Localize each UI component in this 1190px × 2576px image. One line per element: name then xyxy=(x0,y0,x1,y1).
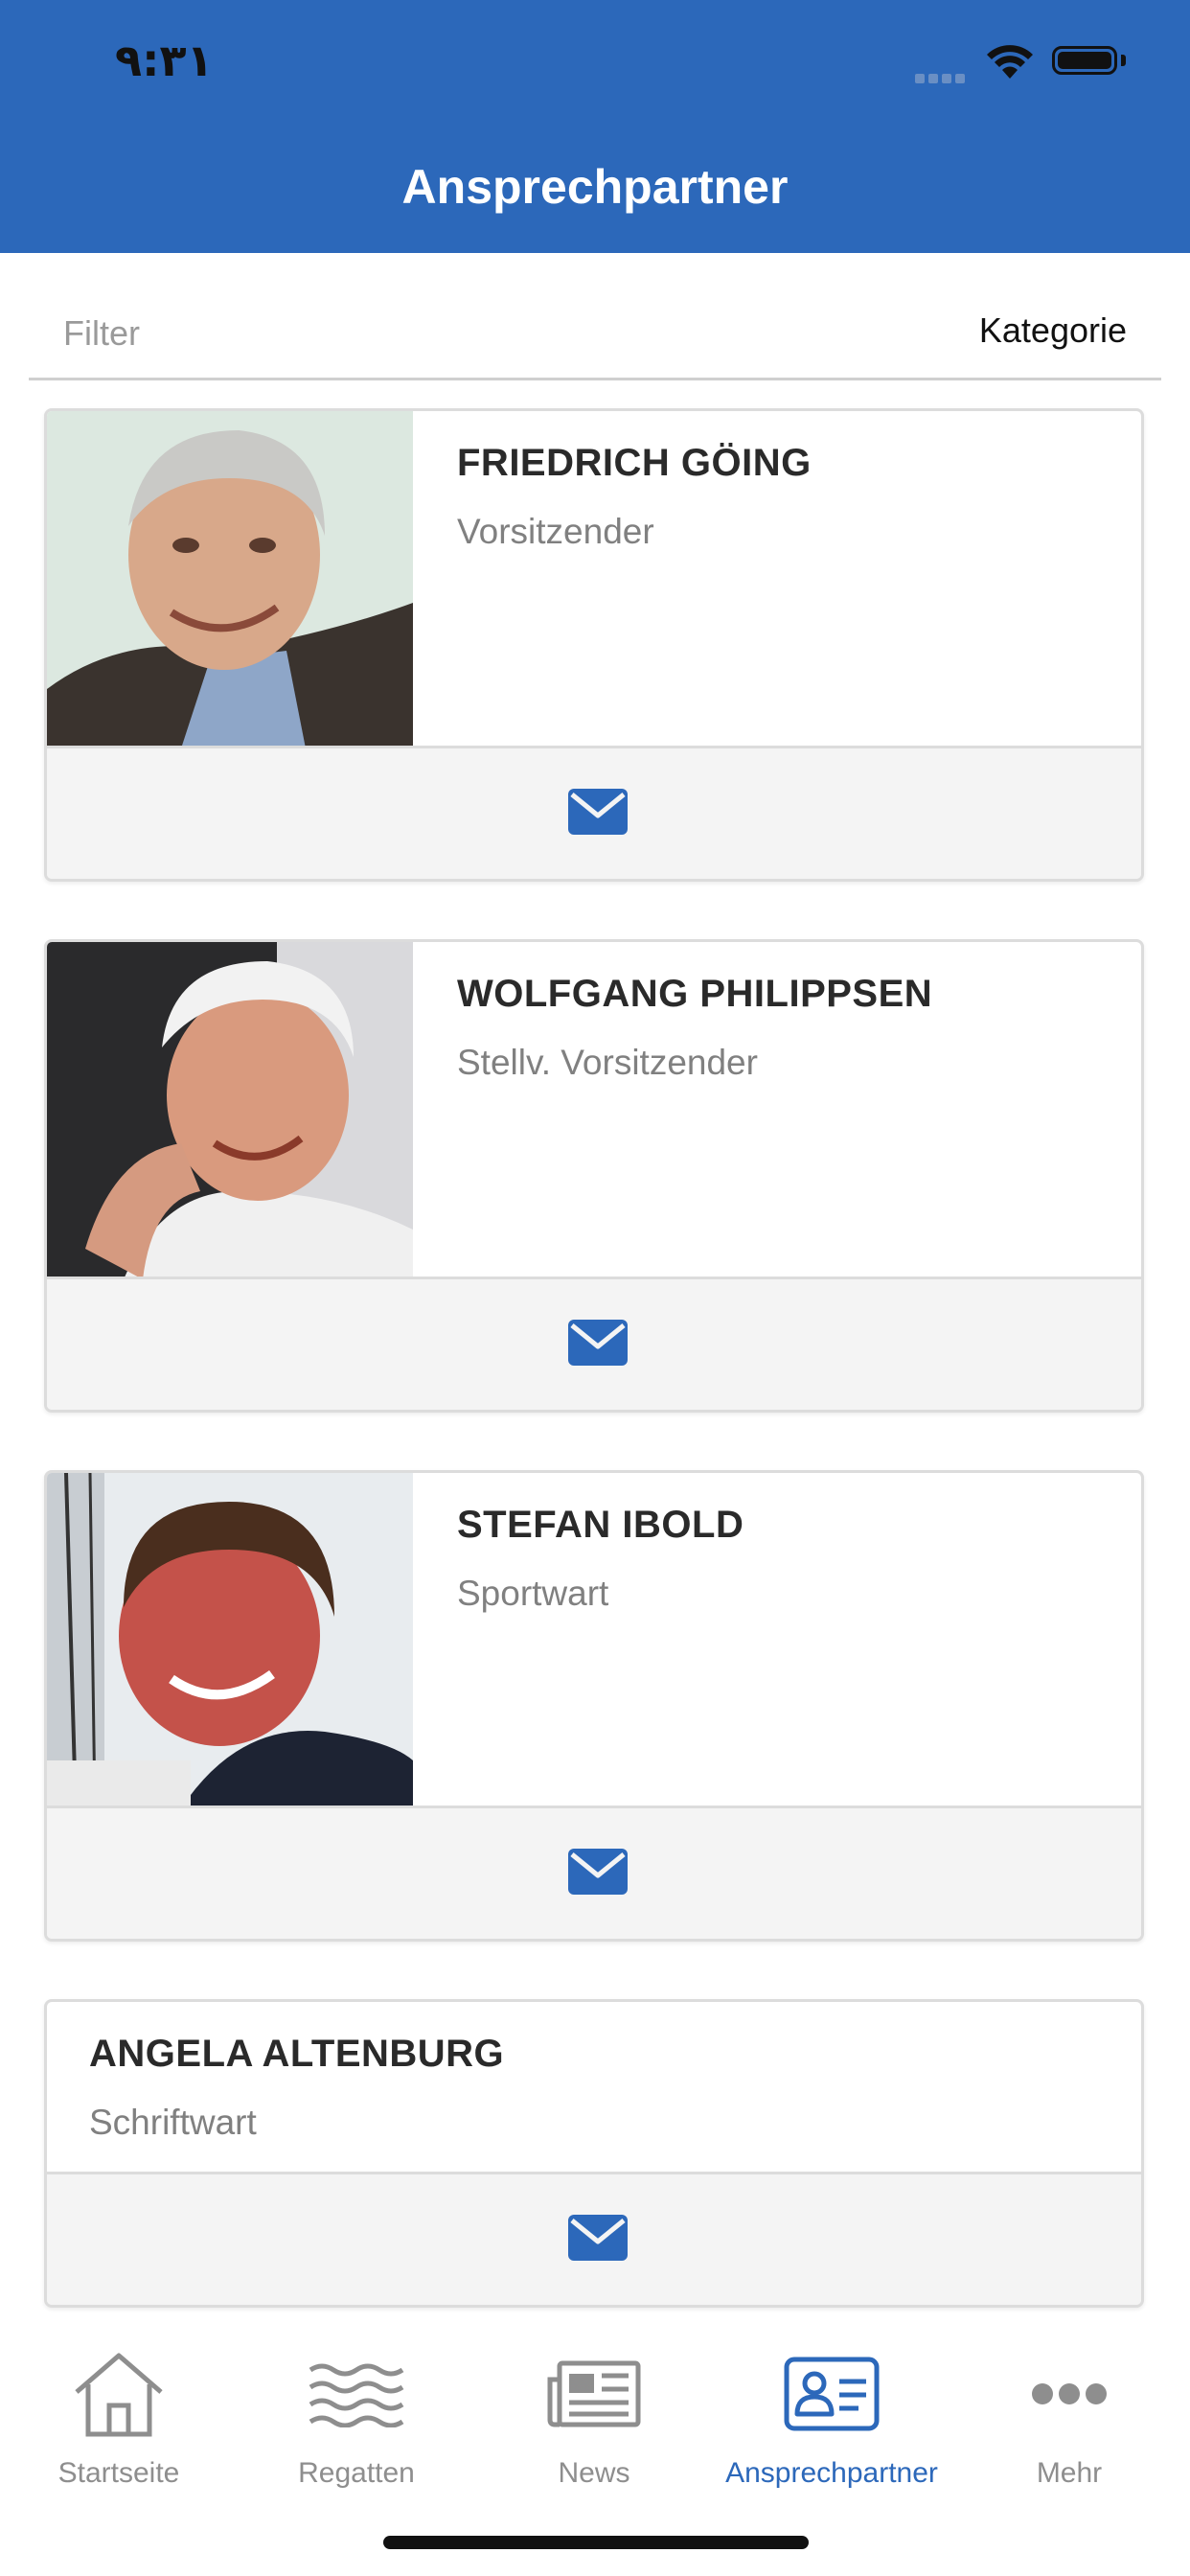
tab-label: Mehr xyxy=(1036,2457,1103,2489)
battery-tip xyxy=(1121,55,1126,66)
contact-card: STEFAN IBOLD Sportwart xyxy=(44,1470,1144,1942)
contact-card: FRIEDRICH GÖING Vorsitzender xyxy=(44,408,1144,882)
contact-role: Schriftwart xyxy=(89,2103,257,2142)
contact-name: STEFAN IBOLD xyxy=(457,1504,744,1546)
contact-card: WOLFGANG PHILIPPSEN Stellv. Vorsitzender xyxy=(44,939,1144,1413)
contact-name: FRIEDRICH GÖING xyxy=(457,442,812,484)
status-time: ٩:٣١ xyxy=(115,34,214,86)
page-title: Ansprechpartner xyxy=(401,160,789,214)
contact-role: Stellv. Vorsitzender xyxy=(457,1043,758,1082)
email-button[interactable] xyxy=(47,2172,1141,2305)
contact-info: ANGELA ALTENBURG Schriftwart xyxy=(89,2033,504,2143)
email-button[interactable] xyxy=(47,746,1141,879)
tab-label: News xyxy=(558,2457,630,2489)
tab-news[interactable]: News xyxy=(475,2346,713,2490)
contact-info: STEFAN IBOLD Sportwart xyxy=(457,1504,744,1614)
newspaper-icon xyxy=(547,2360,641,2427)
waves-icon xyxy=(309,2363,404,2427)
contact-photo xyxy=(47,1473,413,1808)
envelope-icon xyxy=(568,1849,628,1895)
tab-regatten[interactable]: Regatten xyxy=(238,2346,475,2490)
contact-card-icon xyxy=(784,2357,880,2431)
category-button[interactable]: Kategorie xyxy=(979,310,1127,351)
envelope-icon xyxy=(568,789,628,835)
envelope-icon xyxy=(568,1320,628,1366)
contact-role: Sportwart xyxy=(457,1574,609,1613)
contact-role: Vorsitzender xyxy=(457,512,654,551)
tab-startseite[interactable]: Startseite xyxy=(0,2346,238,2490)
app-header: ٩:٣١ Ansprechpartner xyxy=(0,0,1190,253)
contact-name: WOLFGANG PHILIPPSEN xyxy=(457,973,933,1015)
contact-photo xyxy=(47,942,413,1279)
tab-label: Startseite xyxy=(57,2457,180,2489)
more-icon xyxy=(1032,2383,1107,2404)
battery-icon xyxy=(1052,46,1117,75)
cellular-signal-icon xyxy=(915,71,969,88)
home-indicator xyxy=(383,2536,809,2549)
home-icon xyxy=(75,2353,163,2437)
envelope-icon xyxy=(568,2215,628,2261)
contact-info: FRIEDRICH GÖING Vorsitzender xyxy=(457,442,812,552)
contact-photo xyxy=(47,411,413,748)
email-button[interactable] xyxy=(47,1806,1141,1939)
contact-card: ANGELA ALTENBURG Schriftwart xyxy=(44,1999,1144,2308)
contact-name: ANGELA ALTENBURG xyxy=(89,2033,505,2075)
tab-ansprechpartner[interactable]: Ansprechpartner xyxy=(713,2346,950,2490)
wifi-icon xyxy=(987,45,1033,79)
tab-label: Ansprechpartner xyxy=(725,2457,938,2489)
email-button[interactable] xyxy=(47,1276,1141,1410)
filter-input[interactable] xyxy=(63,307,638,360)
contact-info: WOLFGANG PHILIPPSEN Stellv. Vorsitzender xyxy=(457,973,932,1083)
tab-mehr[interactable]: Mehr xyxy=(950,2346,1188,2490)
filter-bar: Kategorie xyxy=(29,297,1161,380)
tab-label: Regatten xyxy=(298,2457,415,2489)
